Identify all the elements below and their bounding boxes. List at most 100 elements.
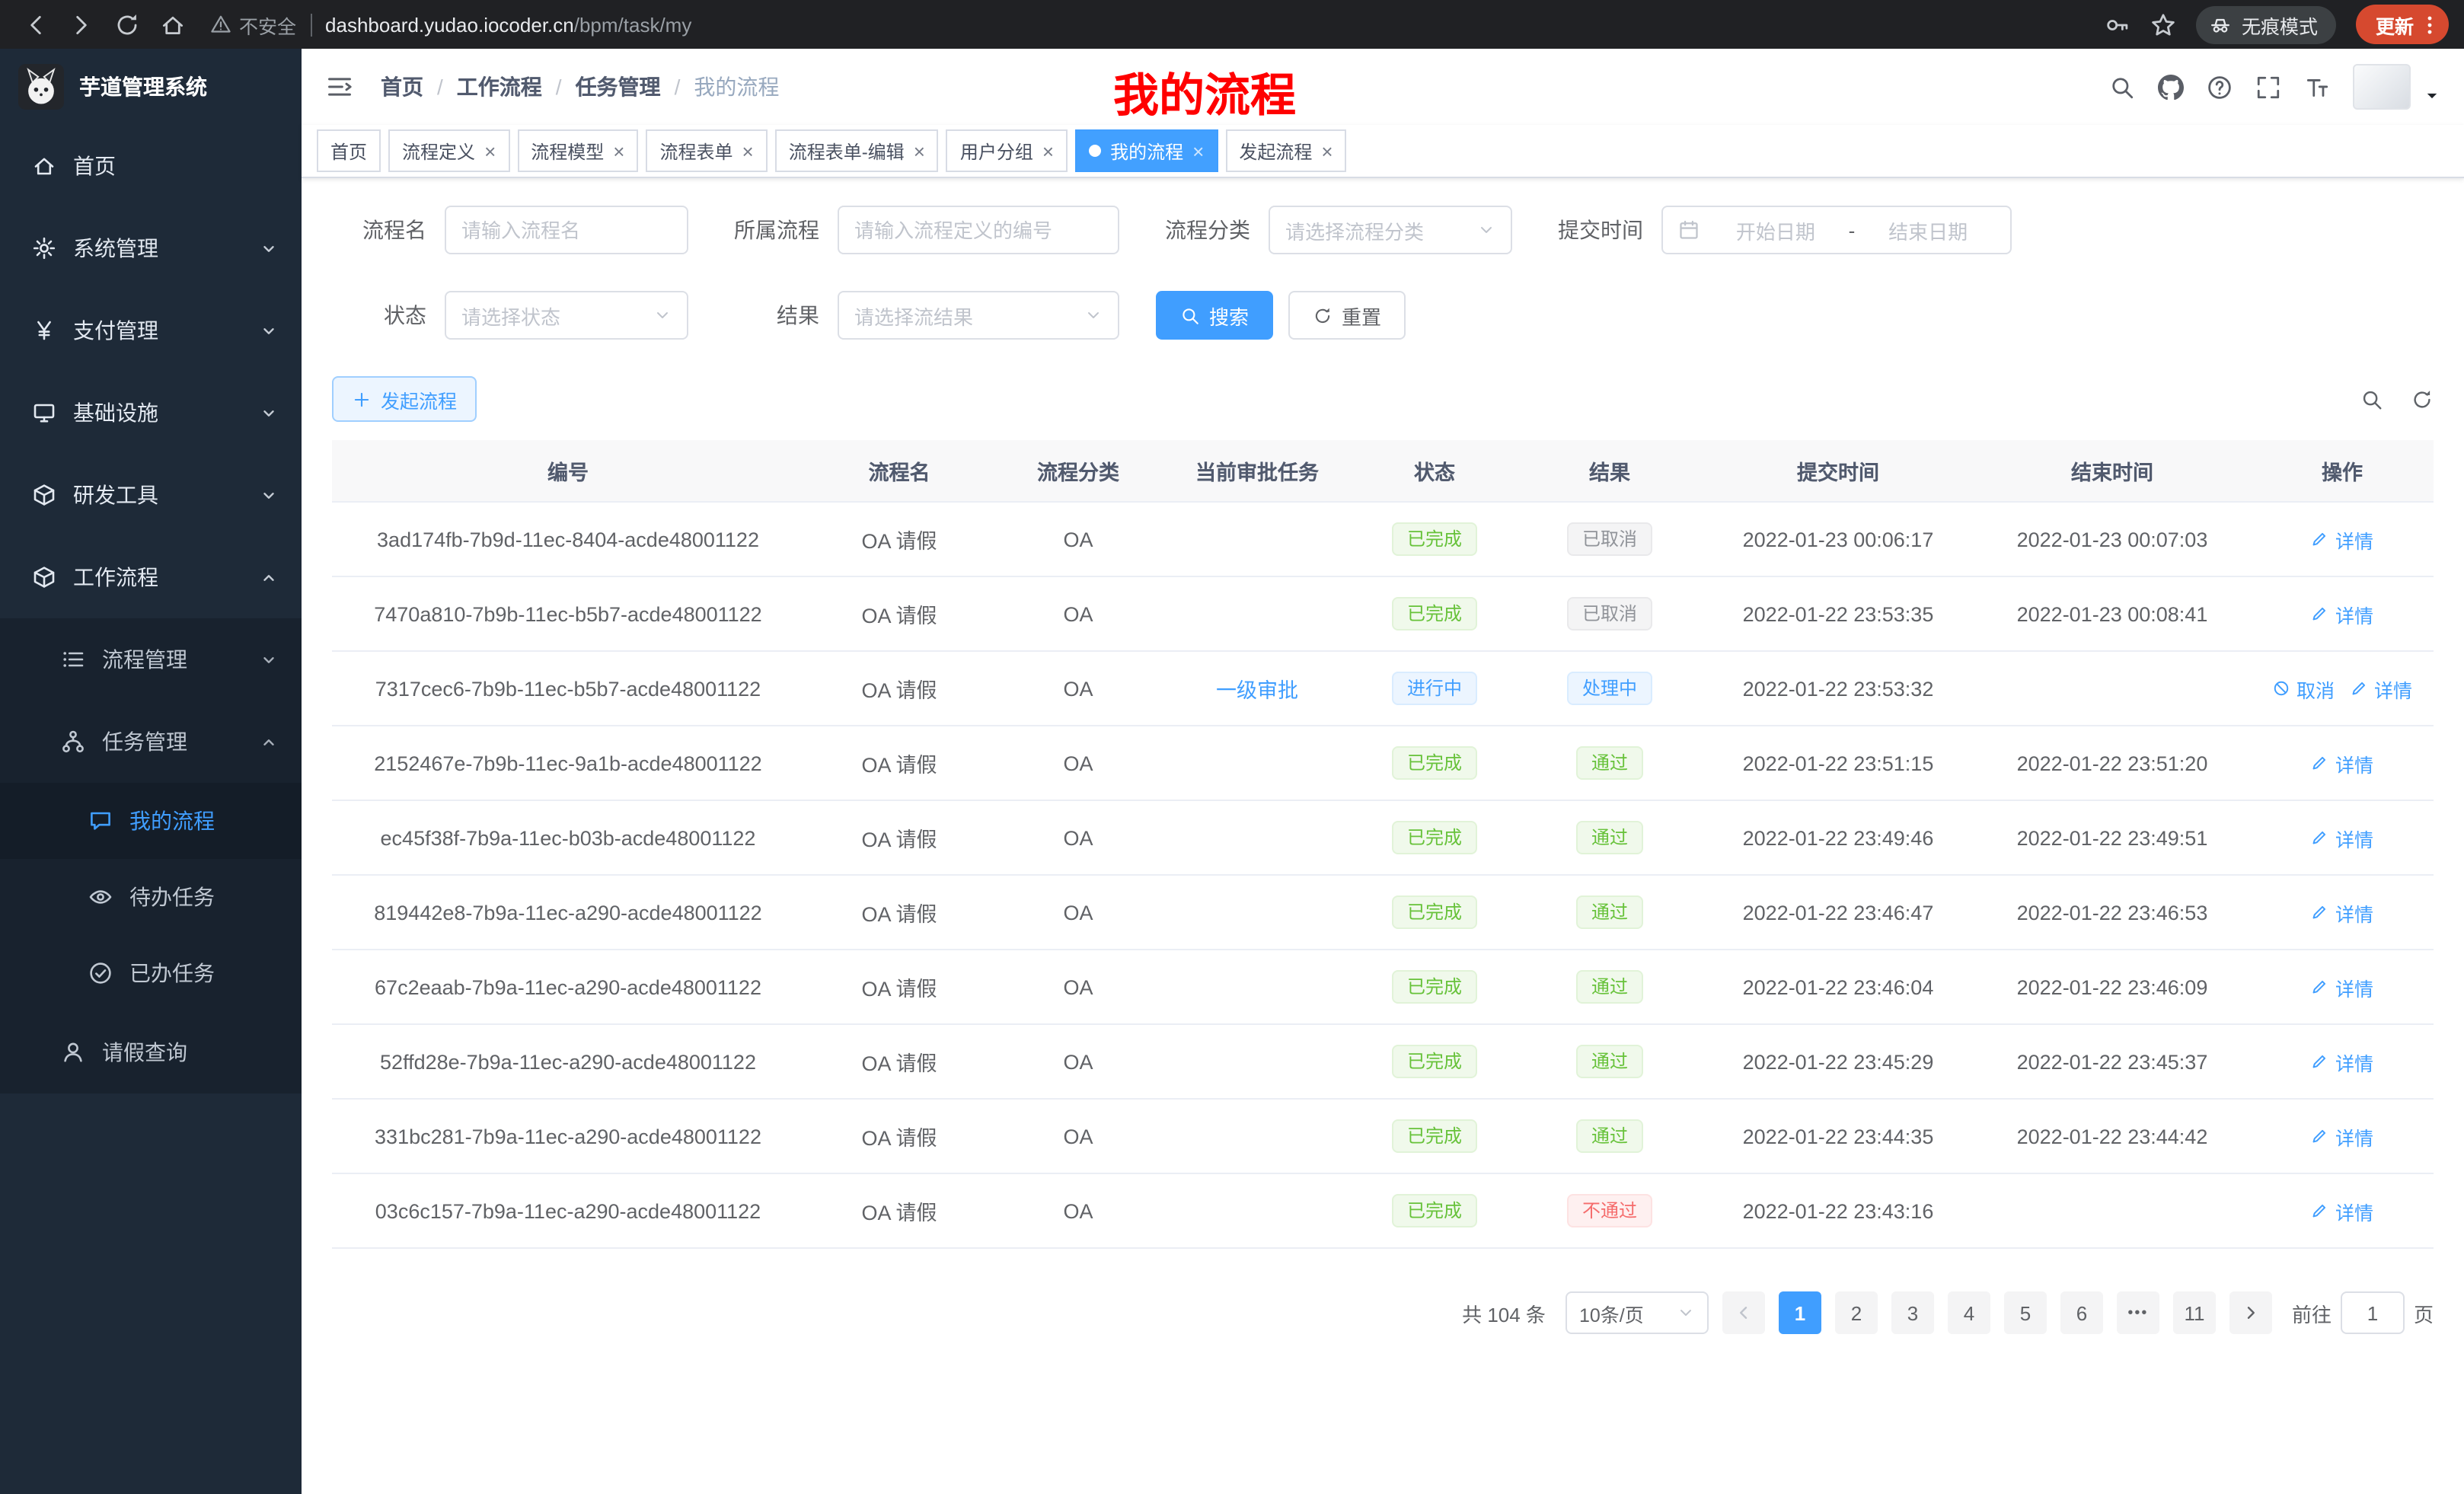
toggle-search-icon[interactable]	[2360, 388, 2383, 410]
current-task-link[interactable]: 一级审批	[1216, 679, 1298, 702]
chevron-up-icon	[260, 569, 277, 586]
browser-back-button[interactable]	[15, 5, 55, 44]
security-status[interactable]: 不安全	[210, 10, 296, 39]
sidebar-item-todo-task[interactable]: 待办任务	[0, 859, 302, 935]
url-path: /bpm/task/my	[574, 13, 692, 36]
page-button-11[interactable]: 11	[2173, 1291, 2216, 1334]
action-detail-button[interactable]: 详情	[2311, 599, 2373, 628]
cell-current-task	[1162, 1099, 1352, 1173]
browser-reload-button[interactable]	[107, 5, 146, 44]
action-detail-button[interactable]: 详情	[2311, 972, 2373, 1001]
page-button-1[interactable]: 1	[1779, 1291, 1821, 1334]
bookmark-star-icon[interactable]	[2150, 11, 2176, 37]
tab-close-icon[interactable]: ×	[1321, 141, 1333, 161]
sidebar-item-devtools[interactable]: 研发工具	[0, 454, 302, 536]
tab-home[interactable]: 首页	[317, 129, 381, 172]
page-button-3[interactable]: 3	[1891, 1291, 1934, 1334]
breadcrumb-item-task-manage[interactable]: 任务管理	[576, 72, 661, 102]
fullscreen-icon[interactable]	[2255, 74, 2281, 100]
cell-actions: 详情	[2251, 726, 2434, 800]
result-select[interactable]: 请选择流结果	[838, 291, 1119, 340]
password-key-icon[interactable]	[2105, 11, 2130, 37]
pencil-icon	[2311, 605, 2329, 623]
tab-start-process[interactable]: 发起流程×	[1225, 129, 1346, 172]
sidebar: 芋道管理系统 首页系统管理支付管理基础设施研发工具工作流程流程管理任务管理我的流…	[0, 49, 302, 1494]
prev-page-button[interactable]	[1722, 1291, 1765, 1334]
page-button-2[interactable]: 2	[1835, 1291, 1878, 1334]
breadcrumb-item-workflow[interactable]: 工作流程	[457, 72, 542, 102]
tab-process-form-edit[interactable]: 流程表单-编辑×	[775, 129, 939, 172]
page-button-6[interactable]: 6	[2060, 1291, 2103, 1334]
column-header: 当前审批任务	[1162, 440, 1352, 502]
page-more-button[interactable]: •••	[2117, 1291, 2159, 1334]
breadcrumb-separator: /	[437, 75, 443, 99]
action-detail-button[interactable]: 详情	[2311, 1047, 2373, 1076]
tab-close-icon[interactable]: ×	[1192, 141, 1204, 161]
category-select[interactable]: 请选择流程分类	[1269, 206, 1512, 254]
browser-home-button[interactable]	[152, 5, 192, 44]
status-select[interactable]: 请选择状态	[445, 291, 688, 340]
action-cancel-button[interactable]: 取消	[2272, 674, 2335, 703]
app-logo[interactable]: 芋道管理系统	[0, 49, 302, 125]
page-size-select[interactable]: 10条/页	[1566, 1291, 1709, 1334]
cell-status: 已完成	[1352, 1173, 1517, 1248]
sidebar-item-system[interactable]: 系统管理	[0, 207, 302, 289]
page-button-4[interactable]: 4	[1948, 1291, 1990, 1334]
page-jump-input[interactable]	[2341, 1291, 2405, 1334]
breadcrumb-item-home[interactable]: 首页	[381, 72, 423, 102]
tab-user-group[interactable]: 用户分组×	[946, 129, 1068, 172]
header-search-icon[interactable]	[2109, 74, 2135, 100]
sidebar-item-label: 已办任务	[129, 958, 215, 988]
tab-close-icon[interactable]: ×	[742, 141, 754, 161]
sidebar-item-done-task[interactable]: 已办任务	[0, 935, 302, 1011]
tab-process-model[interactable]: 流程模型×	[517, 129, 638, 172]
sidebar-item-home[interactable]: 首页	[0, 125, 302, 207]
tab-process-definition[interactable]: 流程定义×	[388, 129, 509, 172]
submit-time-range-picker[interactable]: 开始日期 - 结束日期	[1661, 206, 2012, 254]
cell-process-name: OA 请假	[804, 950, 994, 1024]
next-page-button[interactable]	[2229, 1291, 2272, 1334]
create-process-button[interactable]: 发起流程	[332, 376, 477, 422]
sidebar-item-task-manage[interactable]: 任务管理	[0, 701, 302, 783]
action-detail-button[interactable]: 详情	[2311, 525, 2373, 554]
browser-menu-dots-icon[interactable]	[2418, 13, 2441, 36]
action-detail-button[interactable]: 详情	[2311, 749, 2373, 777]
browser-forward-button[interactable]	[61, 5, 101, 44]
sidebar-toggle-button[interactable]	[326, 73, 353, 101]
refresh-table-icon[interactable]	[2411, 388, 2434, 410]
process-def-input-field[interactable]	[854, 219, 1103, 241]
address-bar[interactable]: 不安全 dashboard.yudao.iocoder.cn/bpm/task/…	[210, 10, 2080, 39]
action-detail-button[interactable]: 详情	[2311, 1122, 2373, 1151]
tab-close-icon[interactable]: ×	[484, 141, 496, 161]
tab-close-icon[interactable]: ×	[1042, 141, 1054, 161]
action-detail-button[interactable]: 详情	[2311, 1196, 2373, 1225]
sidebar-item-infrastructure[interactable]: 基础设施	[0, 372, 302, 454]
cell-result: 通过	[1517, 726, 1703, 800]
process-name-input[interactable]	[445, 206, 688, 254]
action-detail-button[interactable]: 详情	[2350, 674, 2412, 703]
font-size-icon[interactable]	[2304, 74, 2330, 100]
github-icon[interactable]	[2158, 74, 2184, 100]
tab-process-form[interactable]: 流程表单×	[646, 129, 767, 172]
sidebar-item-leave-query[interactable]: 请假查询	[0, 1011, 302, 1093]
tab-close-icon[interactable]: ×	[613, 141, 624, 161]
sidebar-item-payment[interactable]: 支付管理	[0, 289, 302, 372]
update-button[interactable]: 更新	[2356, 5, 2449, 44]
sidebar-item-my-process[interactable]: 我的流程	[0, 783, 302, 859]
search-button[interactable]: 搜索	[1156, 291, 1273, 340]
page-button-5[interactable]: 5	[2004, 1291, 2047, 1334]
avatar-caret-icon[interactable]	[2424, 88, 2440, 104]
sidebar-menu: 首页系统管理支付管理基础设施研发工具工作流程流程管理任务管理我的流程待办任务已办…	[0, 125, 302, 1494]
process-def-input[interactable]	[838, 206, 1119, 254]
reset-button[interactable]: 重置	[1288, 291, 1406, 340]
sidebar-item-process-manage[interactable]: 流程管理	[0, 618, 302, 701]
user-avatar[interactable]	[2353, 64, 2411, 110]
action-detail-button[interactable]: 详情	[2311, 823, 2373, 852]
help-icon[interactable]	[2207, 74, 2233, 100]
browser-toolbar: 不安全 dashboard.yudao.iocoder.cn/bpm/task/…	[0, 0, 2464, 49]
process-name-input-field[interactable]	[461, 219, 672, 241]
sidebar-item-workflow[interactable]: 工作流程	[0, 536, 302, 618]
tab-my-process[interactable]: 我的流程×	[1075, 129, 1218, 172]
action-detail-button[interactable]: 详情	[2311, 898, 2373, 927]
tab-close-icon[interactable]: ×	[914, 141, 925, 161]
